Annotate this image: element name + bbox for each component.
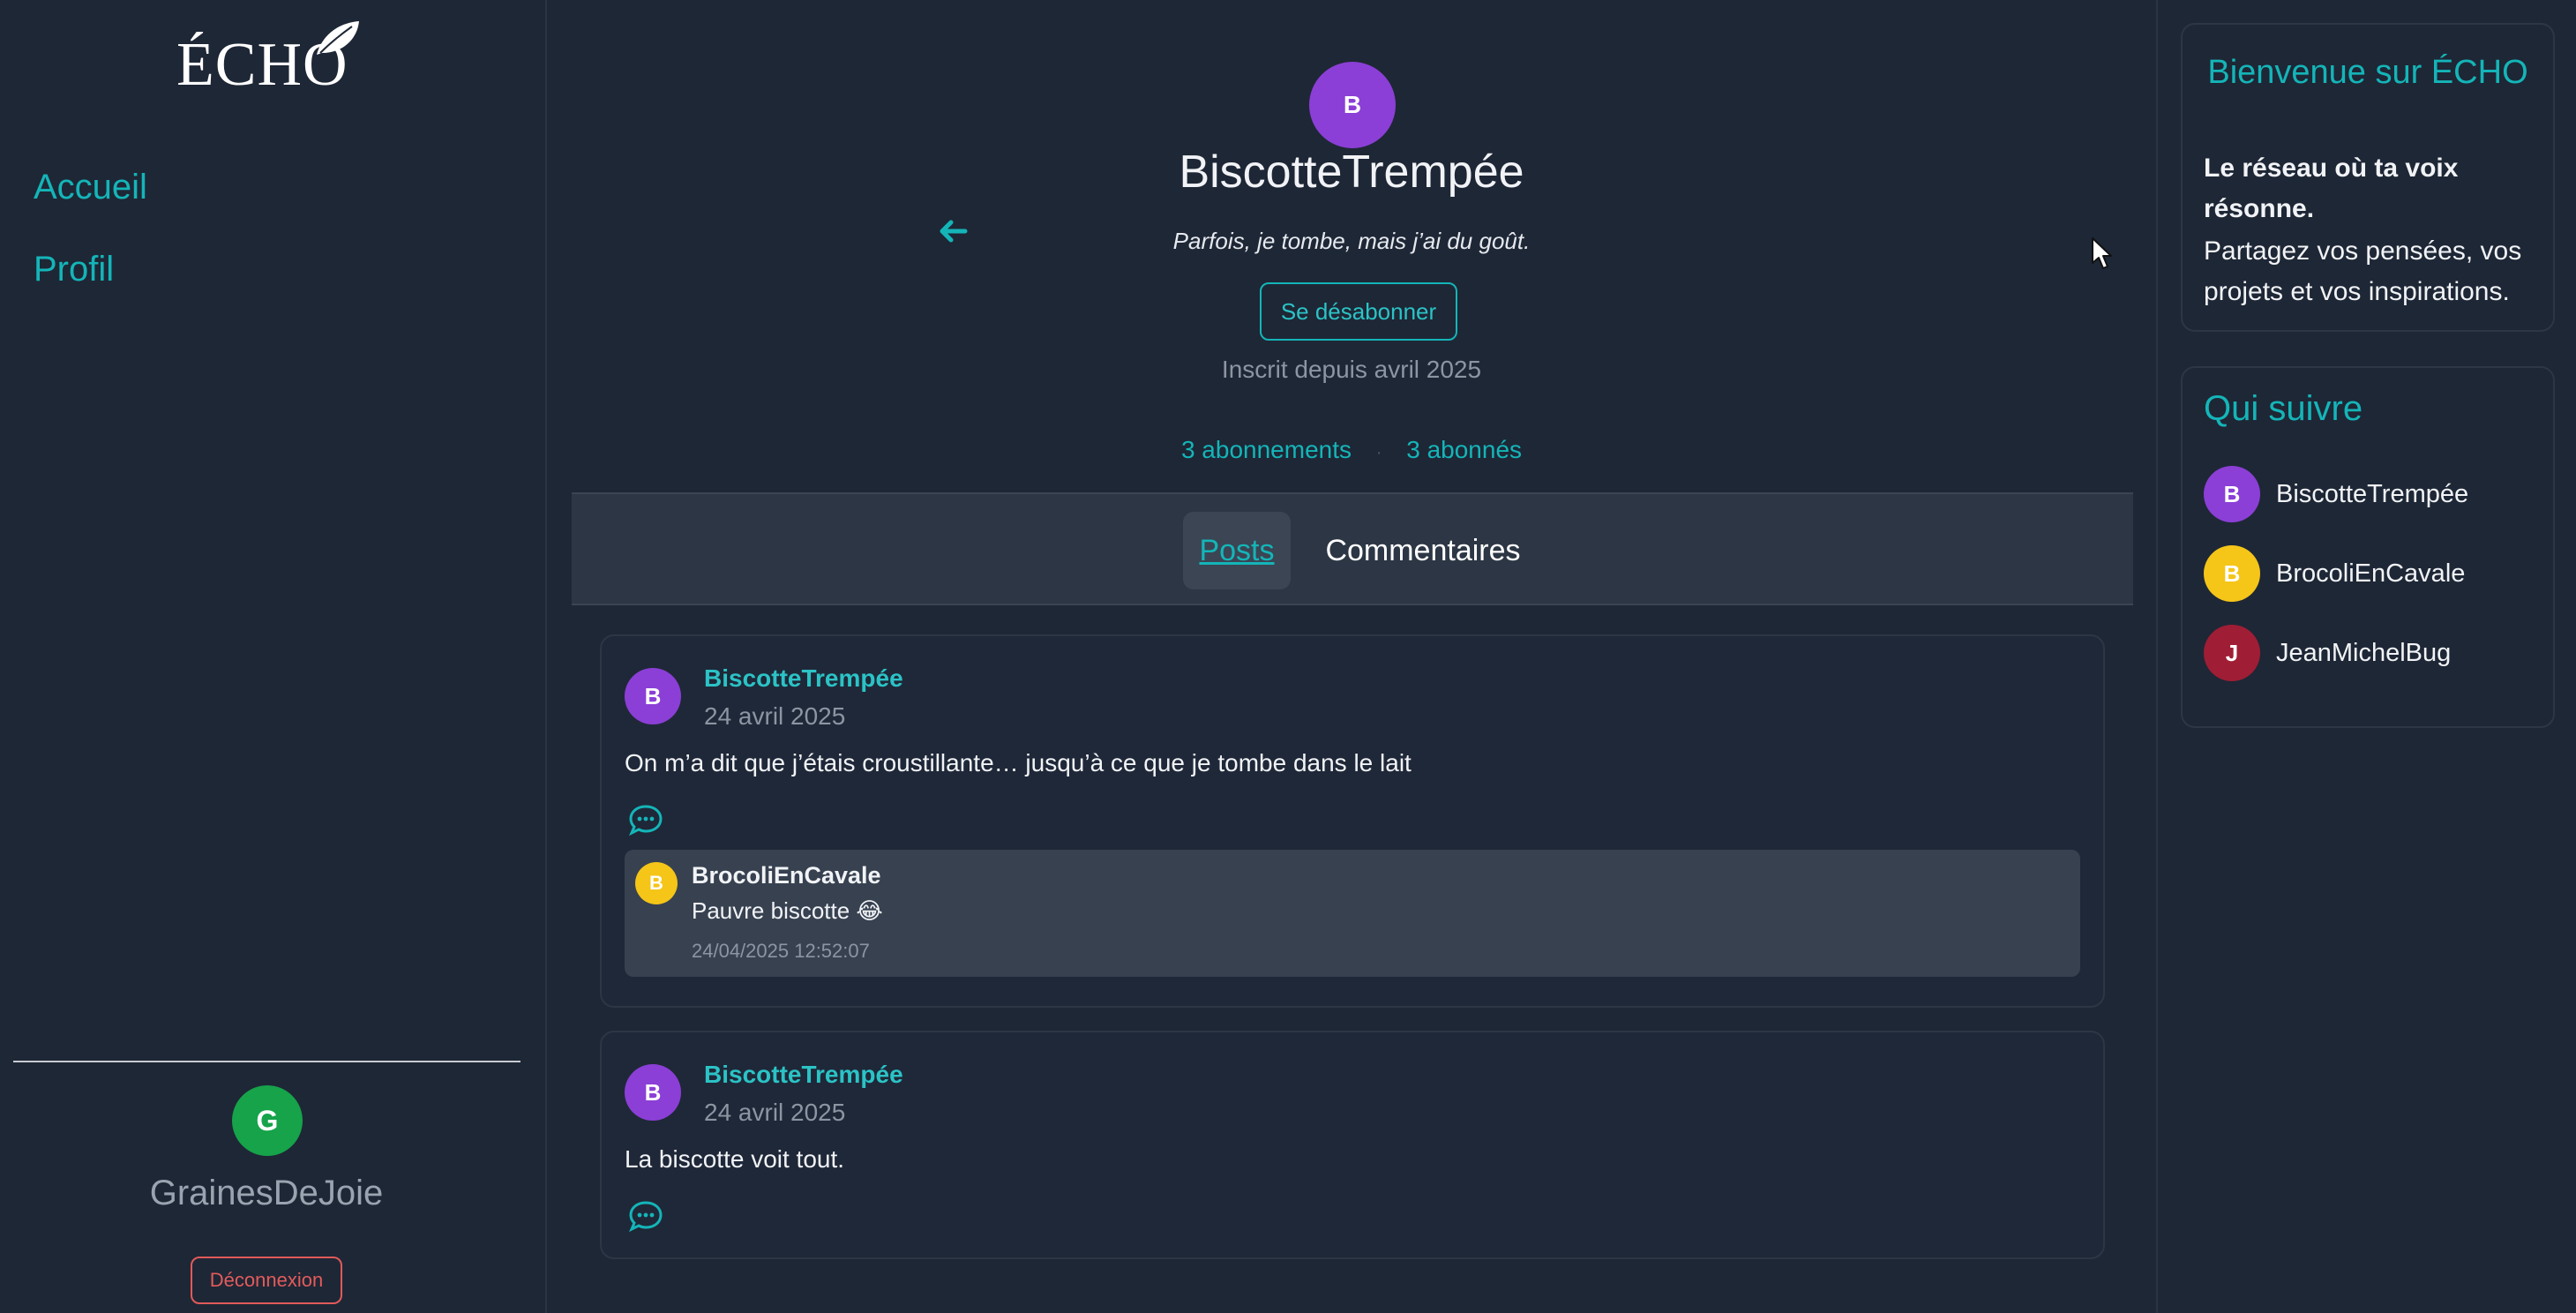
post-author[interactable]: BiscotteTrempée — [704, 664, 903, 693]
current-user-name: GrainesDeJoie — [149, 1174, 384, 1212]
profile-name: BiscotteTrempée — [1179, 146, 1524, 198]
profile-bio: Parfois, je tombe, mais j’ai du goût. — [1172, 228, 1531, 254]
post-card: B BiscotteTrempée 24 avril 2025 La bisco… — [600, 1031, 2105, 1259]
who-to-follow-panel: Qui suivre B BiscotteTrempée B BrocoliEn… — [2181, 366, 2555, 728]
post-date: 24 avril 2025 — [704, 1099, 846, 1126]
left-sidebar: ÉCHO Accueil Profil G GrainesDeJoie Déco… — [0, 0, 547, 1313]
welcome-description: Partagez vos pensées, vos projets et vos… — [2204, 236, 2522, 306]
post-date: 24 avril 2025 — [704, 702, 846, 730]
post-text: On m’a dit que j’étais croustillante… ju… — [625, 749, 1412, 777]
who-to-follow-title: Qui suivre — [2204, 389, 2363, 428]
main-content: B BiscotteTrempée Parfois, je tombe, mai… — [547, 0, 2156, 1313]
comment-author[interactable]: BrocoliEnCavale — [692, 862, 881, 889]
follow-stats: 3 abonnements · 3 abonnés — [547, 436, 2156, 464]
tab-comments[interactable]: Commentaires — [1322, 512, 1524, 589]
suggestion-avatar: J — [2204, 625, 2260, 681]
current-user-avatar[interactable]: G — [232, 1085, 303, 1156]
welcome-panel: Bienvenue sur ÉCHO Le réseau où ta voix … — [2181, 23, 2555, 332]
suggestion-item[interactable]: B BiscotteTrempée — [2204, 465, 2468, 523]
nav-home-link[interactable]: Accueil — [34, 168, 147, 207]
suggestion-avatar: B — [2204, 466, 2260, 522]
profile-avatar: B — [1309, 62, 1396, 148]
stats-separator: · — [1375, 443, 1382, 462]
post-card: B BiscotteTrempée 24 avril 2025 On m’a d… — [600, 634, 2105, 1008]
welcome-title: Bienvenue sur ÉCHO — [2207, 54, 2528, 91]
profile-tabs: Posts Commentaires — [572, 492, 2133, 605]
following-link[interactable]: 3 abonnements — [1181, 436, 1352, 463]
suggestion-name: BiscotteTrempée — [2276, 479, 2469, 508]
comment-item: B BrocoliEnCavale Pauvre biscotte 😂 24/0… — [625, 850, 2080, 977]
followers-link[interactable]: 3 abonnés — [1406, 436, 1522, 463]
leaf-icon — [317, 21, 359, 55]
post-author-avatar[interactable]: B — [625, 1064, 681, 1121]
suggestion-item[interactable]: J JeanMichelBug — [2204, 624, 2451, 682]
comment-timestamp: 24/04/2025 12:52:07 — [692, 940, 870, 962]
comment-icon[interactable] — [628, 804, 663, 836]
comment-icon[interactable] — [628, 1200, 663, 1232]
comment-text: Pauvre biscotte 😂 — [692, 897, 883, 924]
post-author[interactable]: BiscotteTrempée — [704, 1061, 903, 1089]
suggestion-name: BrocoliEnCavale — [2276, 559, 2466, 588]
logout-button[interactable]: Déconnexion — [191, 1257, 342, 1304]
nav-profile-link[interactable]: Profil — [34, 250, 114, 289]
post-author-avatar[interactable]: B — [625, 668, 681, 724]
suggestion-item[interactable]: B BrocoliEnCavale — [2204, 544, 2465, 603]
mouse-cursor-icon — [2092, 237, 2112, 269]
tab-posts[interactable]: Posts — [1183, 512, 1291, 589]
suggestion-name: JeanMichelBug — [2276, 638, 2452, 667]
comment-author-avatar[interactable]: B — [635, 862, 678, 904]
right-sidebar: Bienvenue sur ÉCHO Le réseau où ta voix … — [2156, 0, 2576, 1313]
sidebar-divider — [13, 1061, 520, 1062]
post-text: La biscotte voit tout. — [625, 1145, 845, 1173]
unfollow-button[interactable]: Se désabonner — [1260, 282, 1457, 341]
suggestion-avatar: B — [2204, 545, 2260, 602]
joined-date: Inscrit depuis avril 2025 — [1221, 356, 1482, 383]
welcome-tagline: Le réseau où ta voix résonne. — [2204, 154, 2459, 223]
